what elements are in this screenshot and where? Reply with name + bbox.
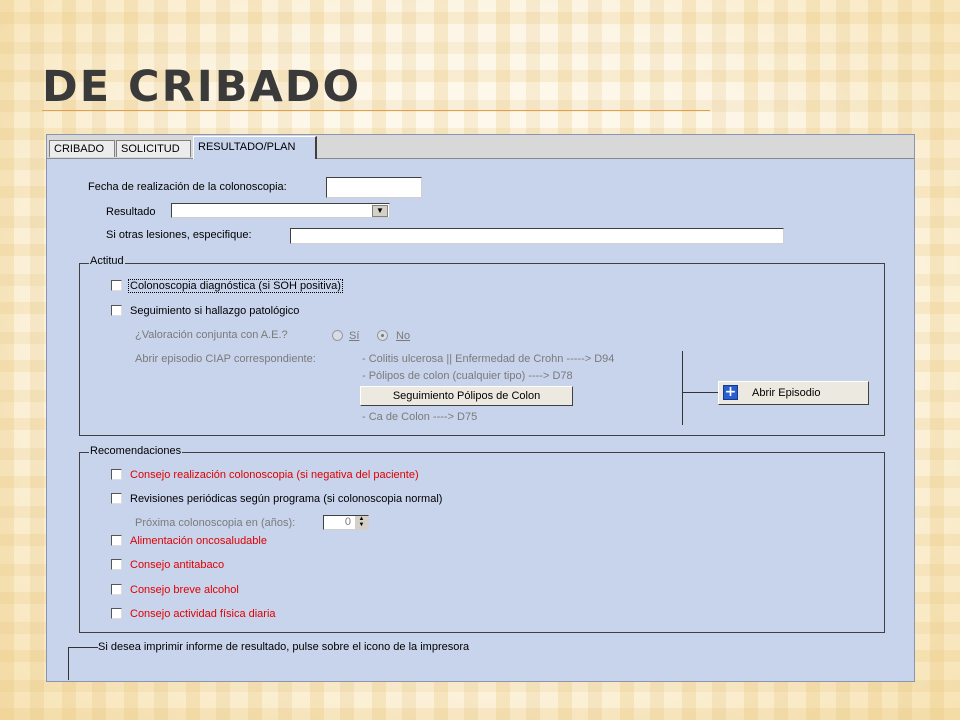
alcohol-checkbox[interactable] [111, 584, 122, 595]
otras-lesiones-label: Si otras lesiones, especifique: [106, 229, 252, 241]
resultado-label: Resultado [106, 206, 156, 218]
valoracion-no-label: No [396, 330, 411, 342]
proxima-colonoscopia-value: 0 [344, 516, 351, 528]
stepper-arrows-icon[interactable]: ▲ ▼ [355, 516, 368, 529]
ciap-line-polipos: - Pólipos de colon (cualquier tipo) ----… [362, 370, 573, 382]
ciap-line-ca-colon: - Ca de Colon ----> D75 [362, 411, 478, 423]
alcohol-label: Consejo breve alcohol [130, 584, 239, 596]
imprimir-group-top-line [68, 647, 98, 648]
ciap-label: Abrir episodio CIAP correspondiente: [135, 353, 316, 365]
fecha-label: Fecha de realización de la colonoscopia: [88, 181, 287, 193]
actividad-fisica-checkbox[interactable] [111, 608, 122, 619]
recomendaciones-legend: Recomendaciones [89, 445, 183, 458]
valoracion-si-radio[interactable] [332, 330, 343, 341]
colonoscopia-diagnostica-checkbox[interactable] [111, 280, 122, 291]
colonoscopia-diagnostica-label: Colonoscopia diagnóstica (si SOH positiv… [128, 279, 343, 293]
actitud-legend: Actitud [89, 255, 125, 268]
tab-cribado[interactable]: CRIBADO [49, 140, 115, 157]
valoracion-label: ¿Valoración conjunta con A.E.? [135, 329, 288, 341]
alimentacion-checkbox[interactable] [111, 535, 122, 546]
valoracion-si-label: Sí [349, 330, 360, 342]
revisiones-periodicas-checkbox[interactable] [111, 493, 122, 504]
tab-resultado-plan[interactable]: RESULTADO/PLAN [193, 136, 317, 159]
form-window: CRIBADO SOLICITUD RESULTADO/PLAN Fecha d… [46, 134, 915, 682]
imprimir-group-left-line [68, 647, 69, 680]
antitabaco-label: Consejo antitabaco [130, 559, 225, 571]
fecha-input[interactable] [326, 177, 422, 198]
seguimiento-hallazgo-checkbox[interactable] [111, 305, 122, 316]
seguimiento-polipos-button[interactable]: Seguimiento Pólipos de Colon [360, 386, 573, 406]
abrir-episodio-button[interactable]: + Abrir Episodio [718, 381, 869, 405]
valoracion-no-radio[interactable] [377, 330, 388, 341]
seguimiento-hallazgo-label: Seguimiento si hallazgo patológico [130, 305, 300, 317]
proxima-colonoscopia-stepper[interactable]: 0 ▲ ▼ [323, 515, 369, 530]
alimentacion-label: Alimentación oncosaludable [130, 535, 267, 547]
tab-strip: CRIBADO SOLICITUD RESULTADO/PLAN [47, 135, 914, 159]
bracket-vertical-line [682, 351, 683, 425]
revisiones-periodicas-label: Revisiones periódicas según programa (si… [130, 493, 443, 505]
tab-solicitud[interactable]: SOLICITUD [116, 140, 191, 157]
abrir-episodio-label: Abrir Episodio [752, 387, 821, 399]
resultado-select[interactable]: ▼ [171, 203, 390, 218]
tab-panel-resultado: Fecha de realización de la colonoscopia:… [50, 159, 911, 680]
bracket-horizontal-line [682, 392, 718, 393]
consejo-colonoscopia-label: Consejo realización colonoscopia (si neg… [130, 469, 419, 481]
slide-title: DE CRIBADO [42, 62, 362, 112]
proxima-colonoscopia-label: Próxima colonoscopia en (años): [135, 517, 296, 529]
consejo-colonoscopia-checkbox[interactable] [111, 469, 122, 480]
imprimir-legend: Si desea imprimir informe de resultado, … [98, 641, 470, 653]
actividad-fisica-label: Consejo actividad física diaria [130, 608, 276, 620]
title-underline [42, 110, 710, 111]
antitabaco-checkbox[interactable] [111, 559, 122, 570]
chevron-down-icon[interactable]: ▼ [372, 205, 388, 217]
otras-lesiones-input[interactable] [290, 228, 784, 244]
ciap-line-colitis: - Colitis ulcerosa || Enfermedad de Croh… [362, 353, 615, 365]
plus-icon: + [723, 384, 738, 400]
